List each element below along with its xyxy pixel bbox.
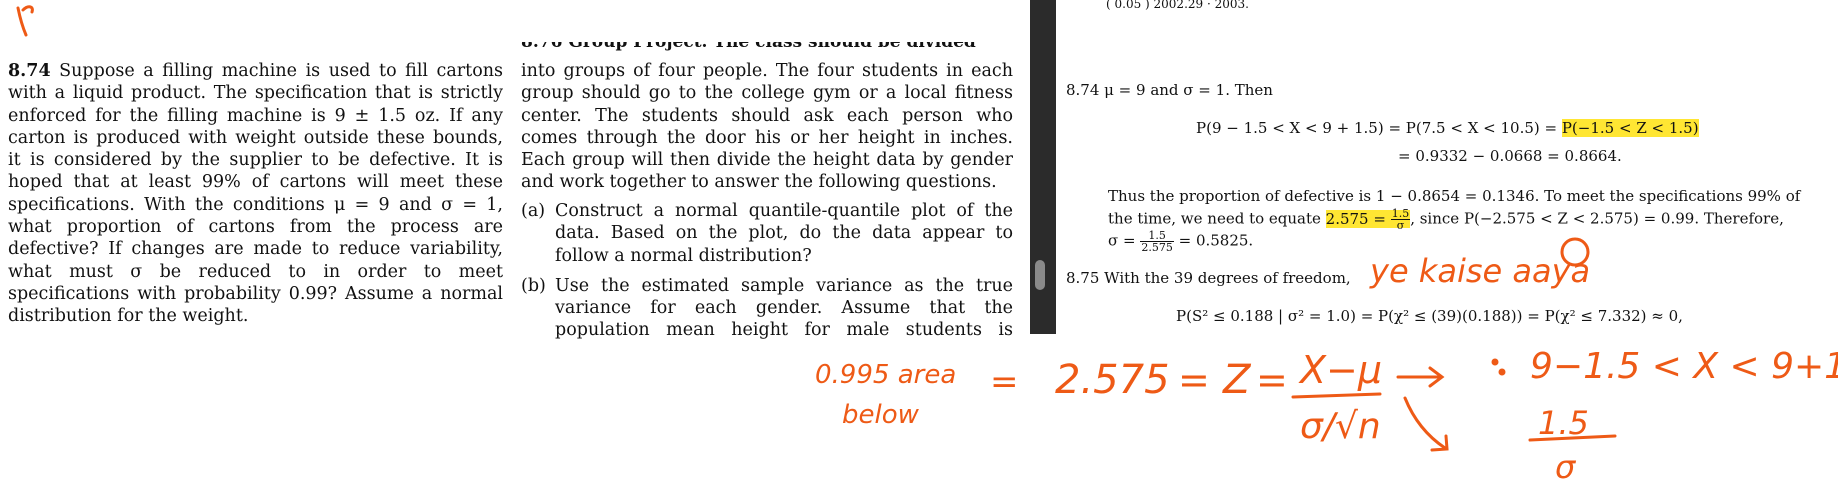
equation-2: = 0.9332 − 0.0668 = 0.8664. xyxy=(1398,147,1622,165)
ink-equals: = xyxy=(1178,358,1210,402)
highlight: 2.575 = 1.5 σ xyxy=(1325,207,1411,232)
solution-8-74-header: 8.74 μ = 9 and σ = 1. Then xyxy=(1066,81,1273,99)
ink-equals: = xyxy=(990,362,1019,402)
ink-frac-denominator: σ xyxy=(1555,448,1577,481)
pen-mark-icon xyxy=(16,5,34,37)
fraction: 1.5 2.575 xyxy=(1140,229,1174,254)
clipped-top-line: ( 0.05 ) 2002.29 · 2003. xyxy=(1106,0,1249,11)
item-text: Use the estimated sample variance as the… xyxy=(555,275,1013,340)
ink-numerator: X−μ xyxy=(1298,348,1382,392)
ink-dot xyxy=(1491,358,1499,366)
ink-inequality: 9−1.5 < X < 9+1.5 xyxy=(1530,346,1838,387)
ink-value: 2.575 xyxy=(1055,357,1170,403)
clipped-header: 8.76 Group Project. The class should be … xyxy=(521,42,976,52)
scrollbar-thumb[interactable] xyxy=(1035,260,1045,290)
question-list: (a) Construct a normal quantile-quantile… xyxy=(521,200,1013,340)
arrow-right-icon xyxy=(1396,366,1445,388)
paragraph-line: the time, we need to equate 2.575 = 1.5 σ… xyxy=(1108,207,1784,232)
problem-body: Suppose a filling machine is used to fil… xyxy=(8,61,503,327)
fraction: 1.5 σ xyxy=(1390,207,1411,232)
textbook-middle-page: 8.76 Group Project. The class should be … xyxy=(515,0,1015,340)
arrow-down-right-icon xyxy=(1403,396,1449,452)
group-project-intro: into groups of four people. The four stu… xyxy=(521,61,1013,193)
ink-note-below: below xyxy=(842,400,920,430)
ink-equals: = xyxy=(1256,358,1288,402)
ink-note-area: 0.995 area xyxy=(815,360,956,390)
solutions-page: ( 0.05 ) 2002.29 · 2003. 8.74 μ = 9 and … xyxy=(1056,0,1838,334)
item-label: (a) xyxy=(521,201,546,221)
list-item: (a) Construct a normal quantile-quantile… xyxy=(521,200,1013,267)
item-label: (b) xyxy=(521,275,546,296)
problem-8-74-text: 8.74 Suppose a filling machine is used t… xyxy=(8,60,503,328)
ink-fraction-bar xyxy=(1528,434,1617,442)
solution-8-75-header: 8.75 With the 39 degrees of freedom, xyxy=(1066,269,1351,287)
paragraph-line: Thus the proportion of defective is 1 − … xyxy=(1108,187,1801,205)
ink-dot xyxy=(1498,368,1506,376)
list-item: (b) Use the estimated sample variance as… xyxy=(521,275,1013,340)
ink-denominator: σ/√n xyxy=(1300,406,1381,447)
textbook-left-page: 8.74 Suppose a filling machine is used t… xyxy=(0,0,510,481)
highlight: P(−1.5 < Z < 1.5) xyxy=(1561,119,1699,137)
ink-z: Z xyxy=(1222,357,1252,403)
equation-1: P(9 − 1.5 < X < 9 + 1.5) = P(7.5 < X < 1… xyxy=(1196,119,1699,137)
paragraph-line: σ = 1.5 2.575 = 0.5825. xyxy=(1108,229,1254,254)
ink-frac-numerator: 1.5 xyxy=(1538,404,1589,442)
problem-number: 8.74 xyxy=(8,61,51,81)
ink-fraction-bar xyxy=(1291,392,1382,399)
item-text: Construct a normal quantile-quantile plo… xyxy=(555,201,1013,266)
equation-3: P(S² ≤ 0.188 | σ² = 1.0) = P(χ² ≤ (39)(0… xyxy=(1176,307,1683,325)
